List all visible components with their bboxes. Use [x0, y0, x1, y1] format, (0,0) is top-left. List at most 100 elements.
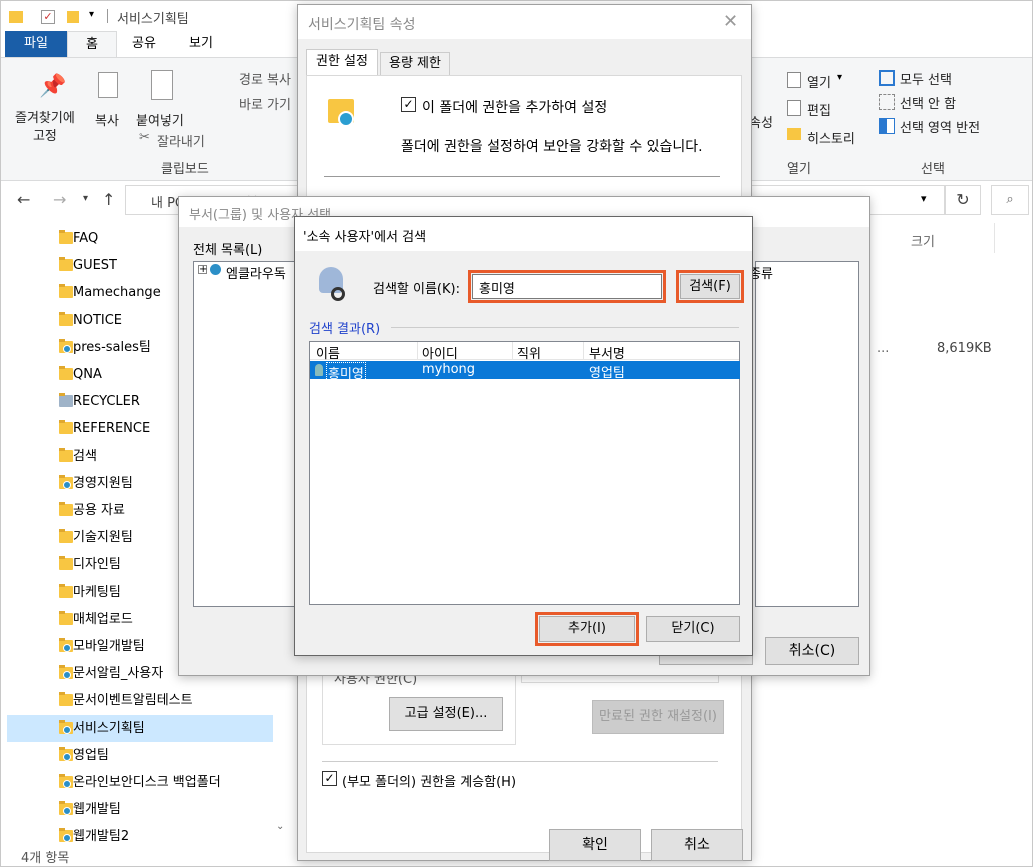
- forward-arrow-icon[interactable]: →: [53, 190, 66, 209]
- invert-selection-button[interactable]: 선택 영역 반전: [900, 117, 980, 136]
- close-icon[interactable]: ✕: [723, 11, 738, 32]
- select-cancel-button[interactable]: 취소(C): [765, 637, 859, 665]
- tab-quota[interactable]: 용량 제한: [380, 52, 450, 75]
- table-row[interactable]: 홍미영 myhong 영업팀: [310, 361, 740, 383]
- pin-to-quick-access-button[interactable]: 즐겨찾기에 고정: [15, 110, 75, 146]
- back-arrow-icon[interactable]: ←: [17, 190, 30, 209]
- advanced-settings-button[interactable]: 고급 설정(E)...: [389, 697, 503, 731]
- nav-item-label: QNA: [73, 367, 102, 382]
- folder-icon: [59, 719, 73, 734]
- folder-icon: [59, 284, 73, 299]
- open-icon: [787, 72, 801, 88]
- expand-icon[interactable]: +: [198, 265, 207, 275]
- separator: [324, 176, 720, 177]
- address-dropdown-icon[interactable]: ▾: [921, 192, 927, 205]
- sync-badge-icon: [63, 725, 71, 734]
- folder-icon: [59, 230, 73, 244]
- selected-list[interactable]: [755, 261, 859, 607]
- recent-chevron-icon[interactable]: ▾: [83, 193, 88, 204]
- results-header: 이름 아이디 직위 부서명: [310, 342, 739, 362]
- new-folder-quick-icon[interactable]: [67, 11, 79, 23]
- nav-item-label: 마케팅팀: [73, 584, 121, 600]
- search-button[interactable]: 검색(F): [676, 270, 744, 303]
- cut-button[interactable]: 잘라내기: [157, 131, 205, 150]
- results-table[interactable]: 이름 아이디 직위 부서명 홍미영 myhong 영업팀: [309, 341, 740, 605]
- folder-icon: [59, 665, 73, 680]
- add-permission-checkbox[interactable]: ✓: [401, 97, 416, 112]
- column-divider: [994, 223, 995, 253]
- folder-icon: [59, 529, 73, 544]
- edit-button[interactable]: 편집: [807, 100, 831, 119]
- select-none-icon: [879, 94, 895, 110]
- copy-button[interactable]: 복사: [95, 110, 119, 129]
- search-name-input[interactable]: 홍미영: [468, 270, 666, 303]
- nav-item-label: 웹개발팀2: [73, 829, 130, 845]
- nav-item-label: FAQ: [73, 231, 99, 246]
- tab-permissions[interactable]: 권한 설정: [306, 49, 378, 75]
- cancel-button[interactable]: 취소: [651, 829, 743, 861]
- search-dialog: '소속 사용자'에서 검색 검색할 이름(K): 홍미영 검색(F) 검색 결과…: [294, 216, 753, 656]
- header-dept[interactable]: 부서명: [589, 343, 625, 362]
- folder-icon: [59, 502, 73, 516]
- tree-root-label[interactable]: 엠클라우독: [226, 263, 286, 282]
- nav-item-label: 검색: [73, 448, 97, 464]
- search-title: '소속 사용자'에서 검색: [303, 230, 427, 245]
- header-id[interactable]: 아이디: [422, 343, 458, 362]
- nav-item[interactable]: 영업팀: [7, 742, 273, 769]
- nav-item-label: 문서알림_사용자: [73, 666, 164, 682]
- ok-button[interactable]: 확인: [549, 829, 641, 861]
- properties-button[interactable]: 속성: [749, 112, 773, 131]
- magnifier-icon: [331, 287, 345, 301]
- all-list-tree[interactable]: [193, 261, 297, 607]
- tab-view[interactable]: 보기: [173, 31, 229, 57]
- header-position[interactable]: 직위: [517, 343, 541, 362]
- inherit-checkbox[interactable]: ✓: [322, 771, 337, 786]
- select-all-button[interactable]: 모두 선택: [900, 69, 952, 88]
- sync-badge-icon: [63, 752, 71, 761]
- properties-quick-icon[interactable]: ✓: [41, 10, 55, 24]
- column-header-size[interactable]: 크기: [911, 231, 935, 250]
- scroll-down-icon[interactable]: ⌄: [276, 821, 284, 832]
- sync-badge-icon: [63, 644, 71, 652]
- folder-icon: [59, 610, 73, 625]
- sync-badge-icon: [63, 344, 71, 353]
- folder-icon: [59, 583, 73, 598]
- sync-badge-icon: [63, 780, 71, 788]
- add-button[interactable]: 추가(I): [535, 612, 639, 646]
- tab-share[interactable]: 공유: [119, 31, 169, 57]
- nav-item-label: 공용 자료: [73, 503, 125, 518]
- up-arrow-icon[interactable]: ↑: [102, 190, 115, 209]
- copy-path-button[interactable]: 경로 복사: [239, 69, 291, 88]
- paste-button[interactable]: 붙여넣기: [136, 110, 184, 129]
- folder-icon: [59, 474, 73, 489]
- nav-item-label: pres-sales팀: [73, 339, 151, 355]
- refresh-button[interactable]: ↻: [945, 185, 981, 215]
- paste-shortcut-button[interactable]: 바로 가기: [239, 94, 291, 113]
- add-permission-label: 이 폴더에 권한을 추가하여 설정: [422, 100, 608, 116]
- search-box[interactable]: ⌕: [991, 185, 1029, 215]
- tab-file[interactable]: 파일: [5, 31, 67, 57]
- nav-item[interactable]: 문서이벤트알림테스트: [7, 687, 273, 714]
- open-group-label: 열기: [787, 162, 811, 177]
- open-button[interactable]: 열기: [807, 72, 831, 91]
- nav-item[interactable]: 서비스기획팀: [7, 714, 273, 742]
- nav-item-label: NOTICE: [73, 312, 123, 328]
- header-name[interactable]: 이름: [316, 343, 340, 362]
- nav-item[interactable]: 웹개발팀: [7, 796, 273, 823]
- open-dropdown-icon[interactable]: ▾: [837, 72, 842, 83]
- separator: [391, 327, 739, 328]
- nav-item[interactable]: 온라인보안디스크 백업폴더: [7, 769, 273, 796]
- nav-item-label: 모바일개발팀: [73, 639, 145, 654]
- nav-item-label: 기술지원팀: [73, 530, 133, 546]
- history-button[interactable]: 히스토리: [807, 128, 855, 147]
- status-bar-text: 4개 항목: [21, 851, 70, 866]
- select-none-button[interactable]: 선택 안 함: [900, 93, 956, 112]
- close-button[interactable]: 닫기(C): [646, 616, 740, 642]
- file-row-ellipsis: ...: [877, 341, 890, 356]
- permission-description: 폴더에 권한을 설정하여 보안을 강화할 수 있습니다.: [401, 139, 703, 155]
- all-list-label: 전체 목록(L): [193, 243, 263, 258]
- properties-title: 서비스기획팀 속성: [308, 17, 416, 33]
- tab-home[interactable]: 홈: [67, 31, 117, 57]
- recycle-bin-icon: [59, 393, 73, 408]
- chevron-down-icon[interactable]: ▾: [89, 9, 94, 20]
